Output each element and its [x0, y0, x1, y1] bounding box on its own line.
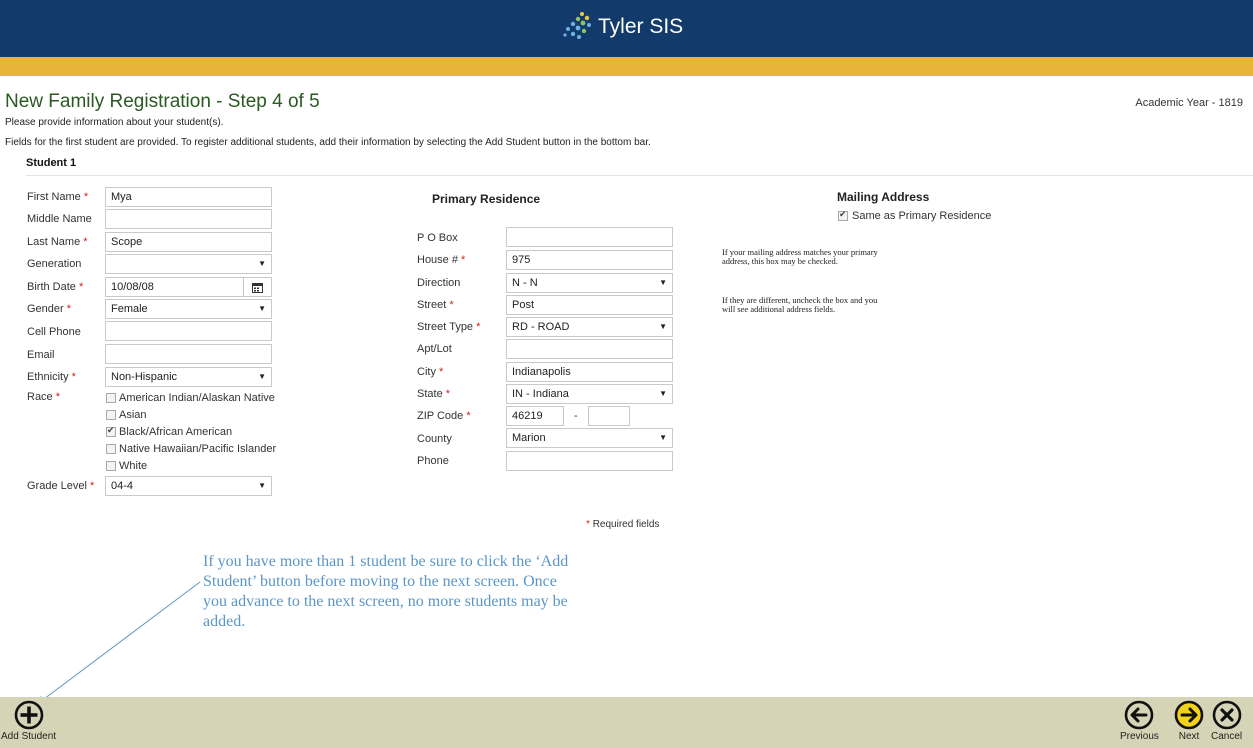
arrow-right-circle-icon — [1174, 700, 1204, 730]
cancel-label: Cancel — [1211, 731, 1243, 742]
close-circle-icon — [1212, 700, 1241, 730]
add-student-button[interactable]: Add Student — [1, 700, 56, 742]
next-label: Next — [1178, 731, 1200, 742]
previous-button[interactable]: Previous — [1120, 700, 1159, 742]
add-student-label: Add Student — [1, 731, 57, 742]
previous-label: Previous — [1120, 731, 1159, 742]
cancel-button[interactable]: Cancel — [1211, 700, 1242, 742]
plus-circle-icon — [14, 700, 43, 730]
bottom-action-bar — [0, 697, 1253, 748]
arrow-left-circle-icon — [1125, 700, 1154, 730]
next-button[interactable]: Next — [1174, 700, 1204, 742]
callout-arrow — [30, 581, 201, 710]
